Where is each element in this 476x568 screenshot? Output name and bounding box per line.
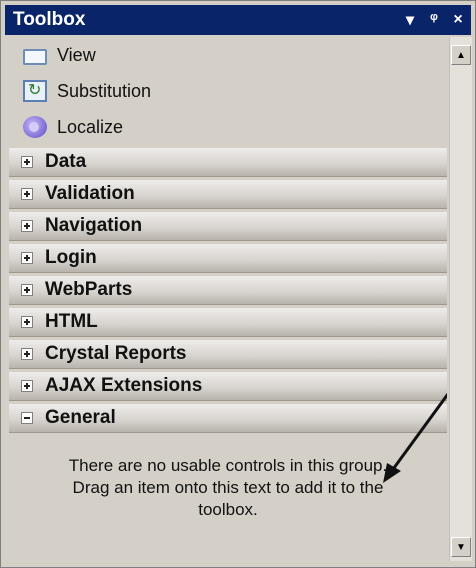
group-label: Crystal Reports bbox=[45, 343, 187, 364]
expand-icon[interactable] bbox=[21, 156, 33, 168]
toolbox-titlebar[interactable]: Toolbox ▾ ᵠ × bbox=[5, 5, 471, 35]
group-label: Data bbox=[45, 151, 87, 172]
group-label: General bbox=[45, 407, 116, 428]
expand-icon[interactable] bbox=[21, 220, 33, 232]
substitution-icon bbox=[23, 80, 47, 102]
group-validation[interactable]: Validation bbox=[9, 180, 447, 209]
group-html[interactable]: HTML bbox=[9, 308, 447, 337]
group-webparts[interactable]: WebParts bbox=[9, 276, 447, 305]
general-empty-message[interactable]: There are no usable controls in this gro… bbox=[9, 455, 447, 521]
group-login[interactable]: Login bbox=[9, 244, 447, 273]
expand-icon[interactable] bbox=[21, 252, 33, 264]
close-icon[interactable]: × bbox=[449, 11, 467, 29]
view-icon bbox=[23, 49, 47, 65]
expand-icon[interactable] bbox=[21, 284, 33, 296]
group-data[interactable]: Data bbox=[9, 148, 447, 177]
item-label: Localize bbox=[57, 116, 124, 137]
group-crystal-reports[interactable]: Crystal Reports bbox=[9, 340, 447, 369]
toolbox-window: Toolbox ▾ ᵠ × View Substitution Localize… bbox=[0, 0, 476, 568]
vertical-scrollbar[interactable]: ▲ ▼ bbox=[449, 37, 472, 561]
expand-icon[interactable] bbox=[21, 348, 33, 360]
window-title: Toolbox bbox=[13, 9, 86, 30]
toolbox-content: View Substitution Localize Data Validati… bbox=[9, 37, 447, 561]
dropdown-icon[interactable]: ▾ bbox=[401, 10, 419, 30]
pin-icon[interactable]: ᵠ bbox=[425, 11, 443, 29]
group-label: AJAX Extensions bbox=[45, 375, 203, 396]
expand-icon[interactable] bbox=[21, 316, 33, 328]
group-label: Validation bbox=[45, 183, 135, 204]
item-label: View bbox=[57, 44, 96, 65]
group-label: WebParts bbox=[45, 279, 133, 300]
toolbox-item-localize[interactable]: Localize bbox=[9, 109, 447, 145]
toolbox-item-view[interactable]: View bbox=[9, 37, 447, 73]
group-label: Navigation bbox=[45, 215, 143, 236]
item-label: Substitution bbox=[57, 80, 152, 101]
localize-icon bbox=[23, 116, 47, 138]
scroll-up-icon[interactable]: ▲ bbox=[451, 45, 471, 65]
group-label: HTML bbox=[45, 311, 98, 332]
expand-icon[interactable] bbox=[21, 380, 33, 392]
expand-icon[interactable] bbox=[21, 188, 33, 200]
group-label: Login bbox=[45, 247, 97, 268]
scroll-down-icon[interactable]: ▼ bbox=[451, 537, 471, 557]
collapse-icon[interactable] bbox=[21, 412, 33, 424]
group-navigation[interactable]: Navigation bbox=[9, 212, 447, 241]
toolbox-item-substitution[interactable]: Substitution bbox=[9, 73, 447, 109]
